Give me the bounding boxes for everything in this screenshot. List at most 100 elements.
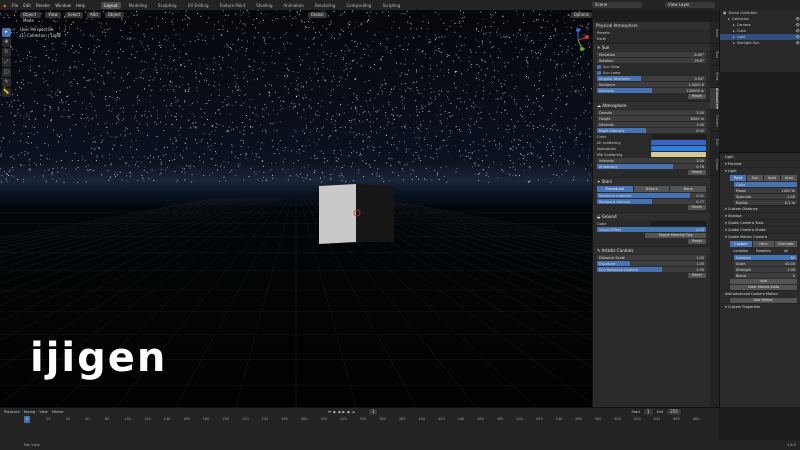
atmosphere-reset-button[interactable]: Reset xyxy=(688,170,706,175)
artistic-section-header[interactable]: ✎ Artistic Controls xyxy=(593,246,710,254)
custom-distance-section[interactable]: ▾ Custom Distance xyxy=(720,205,800,212)
sidebar-tab-tool[interactable]: Tool xyxy=(710,44,719,66)
properties-object-name[interactable]: Light xyxy=(720,153,800,160)
stars-row-0[interactable]: Radiance Intensity 0.01 xyxy=(597,193,706,198)
transform-tool-icon[interactable]: ◫ xyxy=(2,68,11,77)
atmosphere-section-header[interactable]: ☁ Atmosphere xyxy=(593,101,710,109)
quake-section-0[interactable]: ▾ Quake Camera Tools xyxy=(720,219,800,226)
artistic-reset-button[interactable]: Reset xyxy=(688,273,706,278)
current-frame-field[interactable]: 1 xyxy=(368,408,378,415)
shadow-section[interactable]: ▾ Shadow xyxy=(720,212,800,219)
ground-reset-button[interactable]: Reset xyxy=(688,239,706,244)
playhead[interactable]: 1 xyxy=(24,416,30,423)
motion-mode-hero[interactable]: Hero xyxy=(752,241,775,247)
playback-menu[interactable]: Playback xyxy=(4,410,20,414)
tab-texture-paint[interactable]: Texture Paint xyxy=(216,2,248,9)
navigation-gizmo[interactable] xyxy=(566,28,590,52)
sidebar-tab-view[interactable]: View xyxy=(710,66,719,88)
measure-tool-icon[interactable]: 📏 xyxy=(2,88,11,97)
transform-orientation[interactable]: Global xyxy=(307,12,327,18)
motion-check-all[interactable]: All xyxy=(775,248,797,254)
sun-check-0[interactable]: Sun Glow xyxy=(597,64,706,69)
x-axis-icon[interactable] xyxy=(585,35,589,39)
motion-mode-custom[interactable]: Custom xyxy=(730,241,752,247)
presets-value[interactable]: Earth xyxy=(597,37,606,41)
light-prop-2[interactable]: Specular 1.00 xyxy=(734,194,797,199)
end-frame-field[interactable]: 250 xyxy=(667,408,681,415)
add-button[interactable]: Add xyxy=(730,279,797,284)
play-reverse-icon[interactable]: ◀ xyxy=(338,410,341,414)
visibility-eye-icon[interactable]: 👁 xyxy=(796,40,800,46)
marker-menu[interactable]: Marker xyxy=(52,410,64,414)
ground-section-header[interactable]: ◒ Ground xyxy=(593,212,710,220)
tab-uv-editing[interactable]: UV Editing xyxy=(185,2,212,9)
atm-row-2[interactable]: Intensity 1.00 xyxy=(597,122,706,127)
toggle-material-fog-button[interactable]: Toggle Material Fog xyxy=(645,233,706,238)
cursor-tool-icon[interactable]: ▸ xyxy=(2,28,11,37)
next-key-icon[interactable]: ◆ xyxy=(347,410,350,414)
ground-color-swatch[interactable] xyxy=(651,221,706,226)
tab-rendering[interactable]: Rendering xyxy=(312,2,338,9)
view-menu[interactable]: View xyxy=(45,12,61,18)
mode-selector[interactable]: Object Mode xyxy=(20,12,42,23)
sidebar-tab-item[interactable]: Item xyxy=(710,22,719,44)
timeline-ruler[interactable]: 20 40 60 80 100 120 140 160 180 200 220 240 260 280 30… xyxy=(0,417,719,423)
light-type-sun[interactable]: Sun xyxy=(747,175,763,181)
custom-properties-section[interactable]: ▾ Custom Properties xyxy=(720,303,800,310)
z-axis-icon[interactable] xyxy=(576,28,580,32)
sun-param-0[interactable]: Angular Diameter 0.54° xyxy=(597,76,706,81)
atm-param-1[interactable]: Anisotropy 0.76 xyxy=(597,164,706,169)
menu-edit[interactable]: Edit xyxy=(23,3,31,8)
tab-animation[interactable]: Animation xyxy=(281,2,307,9)
stars-section-header[interactable]: ✦ Stars xyxy=(593,177,710,185)
cube-front-face[interactable] xyxy=(319,184,356,244)
strength-field[interactable]: Strength 1.00 xyxy=(734,267,797,272)
tab-sculpting[interactable]: Sculpting xyxy=(155,2,180,9)
outliner-item-starlight-sun[interactable]: ▸ Starlight Sun 👁 xyxy=(720,40,800,46)
atm-color-swatch-2[interactable] xyxy=(651,146,706,151)
artistic-row-0[interactable]: Distance Scale 1.00 xyxy=(597,255,706,260)
sidebar-tab-create[interactable]: Create xyxy=(710,110,719,132)
move-tool-icon[interactable]: ✥ xyxy=(2,38,11,47)
atm-row-3[interactable]: Night Intensity 0.02 xyxy=(597,128,706,133)
quake-section-2[interactable]: ▾ Quake Motion Camera xyxy=(720,233,800,240)
blend-field[interactable]: Blend 0 xyxy=(734,273,797,278)
atm-row-1[interactable]: Height 8000 m xyxy=(597,116,706,121)
scale-tool-icon[interactable]: ⤢ xyxy=(2,58,11,67)
checkbox-icon[interactable] xyxy=(597,70,601,75)
cube-side-face[interactable] xyxy=(356,184,394,242)
menu-file[interactable]: File xyxy=(12,3,19,8)
tab-scripting[interactable]: Scripting xyxy=(379,2,403,9)
menu-window[interactable]: Window xyxy=(55,3,71,8)
atm-color-swatch-0[interactable] xyxy=(651,134,706,139)
view-menu-timeline[interactable]: View xyxy=(39,410,47,414)
sidebar-tab-edit[interactable]: Edit xyxy=(710,132,719,154)
annotate-tool-icon[interactable]: ✎ xyxy=(2,78,11,87)
menu-help[interactable]: Help xyxy=(76,3,85,8)
stars-row-1[interactable]: Radiance Gamma 0.77 xyxy=(597,199,706,204)
tab-layout[interactable]: Layout xyxy=(101,1,121,9)
checkbox-icon[interactable] xyxy=(597,64,601,69)
stars-mode-procedural[interactable]: Procedural xyxy=(597,186,633,192)
atm-row-0[interactable]: Density 1.00 xyxy=(597,110,706,115)
artistic-row-1[interactable]: Exposure 1.00 xyxy=(597,261,706,266)
sun-section-header[interactable]: ☀ Sun xyxy=(593,43,710,51)
view-layer-field[interactable]: View Layer xyxy=(665,2,715,8)
tab-compositing[interactable]: Compositing xyxy=(343,2,374,9)
rotate-tool-icon[interactable]: ↻ xyxy=(2,48,11,57)
atm-param-0[interactable]: Intensity 1.00 xyxy=(597,158,706,163)
jump-end-icon[interactable]: ⏭ xyxy=(352,410,355,414)
scale-field[interactable]: Scale 40.00 xyxy=(734,261,797,266)
prev-key-icon[interactable]: ◆ xyxy=(333,410,336,414)
sun-reset-button[interactable]: Reset xyxy=(688,94,706,99)
sun-row-0[interactable]: Elevation -8.00° xyxy=(597,52,706,57)
select-menu[interactable]: Select xyxy=(64,12,84,18)
tab-shading[interactable]: Shading xyxy=(253,2,275,9)
y-axis-icon[interactable] xyxy=(580,47,584,51)
light-prop-1[interactable]: Power 1000 W xyxy=(734,188,797,193)
play-icon[interactable]: ▶ xyxy=(342,410,345,414)
sun-row-1[interactable]: Rotation 29.8° xyxy=(597,58,706,63)
sun-param-1[interactable]: Radiance 1.0000 K xyxy=(597,82,706,87)
light-prop-3[interactable]: Radius 0.1 m xyxy=(734,200,797,205)
sun-check-1[interactable]: Sun Lamp xyxy=(597,70,706,75)
